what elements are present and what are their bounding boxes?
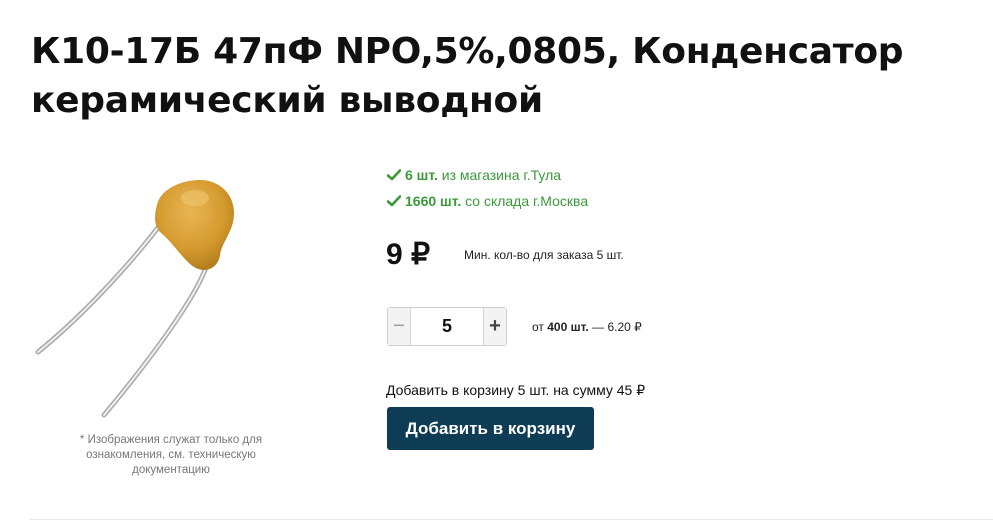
decrease-quantity-button[interactable]: − — [388, 308, 411, 345]
divider — [30, 519, 993, 520]
stock-qty: 6 шт. — [405, 167, 438, 183]
min-order-note: Мин. кол-во для заказа 5 шт. — [464, 248, 624, 262]
bulk-price-note: от 400 шт. — 6.20 ₽ — [532, 319, 642, 335]
bulk-price: — 6.20 ₽ — [592, 320, 642, 334]
add-to-cart-button[interactable]: Добавить в корзину — [387, 407, 594, 450]
stock-status-store: 6 шт. из магазина г.Тула — [387, 166, 561, 184]
bulk-from: от — [532, 320, 544, 334]
image-disclaimer: * Изображения служат только для ознакомл… — [79, 434, 263, 476]
price: 9 ₽ — [386, 238, 431, 271]
increase-quantity-button[interactable]: + — [483, 308, 506, 345]
cart-summary: Добавить в корзину 5 шт. на сумму 45 ₽ — [386, 382, 646, 398]
stock-source: со склада г.Москва — [465, 193, 589, 209]
stock-qty: 1660 шт. — [405, 193, 462, 209]
check-icon — [387, 195, 401, 207]
quantity-input[interactable] — [411, 308, 483, 345]
bulk-qty: 400 шт. — [547, 320, 589, 334]
product-title: К10-17Б 47пФ NPO,5%,0805, Конденсатор ке… — [31, 31, 904, 121]
check-icon — [387, 169, 401, 181]
quantity-stepper: − + — [387, 307, 507, 346]
product-image — [35, 180, 235, 418]
stock-status-warehouse: 1660 шт. со склада г.Москва — [387, 192, 588, 210]
stock-source: из магазина г.Тула — [441, 167, 562, 183]
